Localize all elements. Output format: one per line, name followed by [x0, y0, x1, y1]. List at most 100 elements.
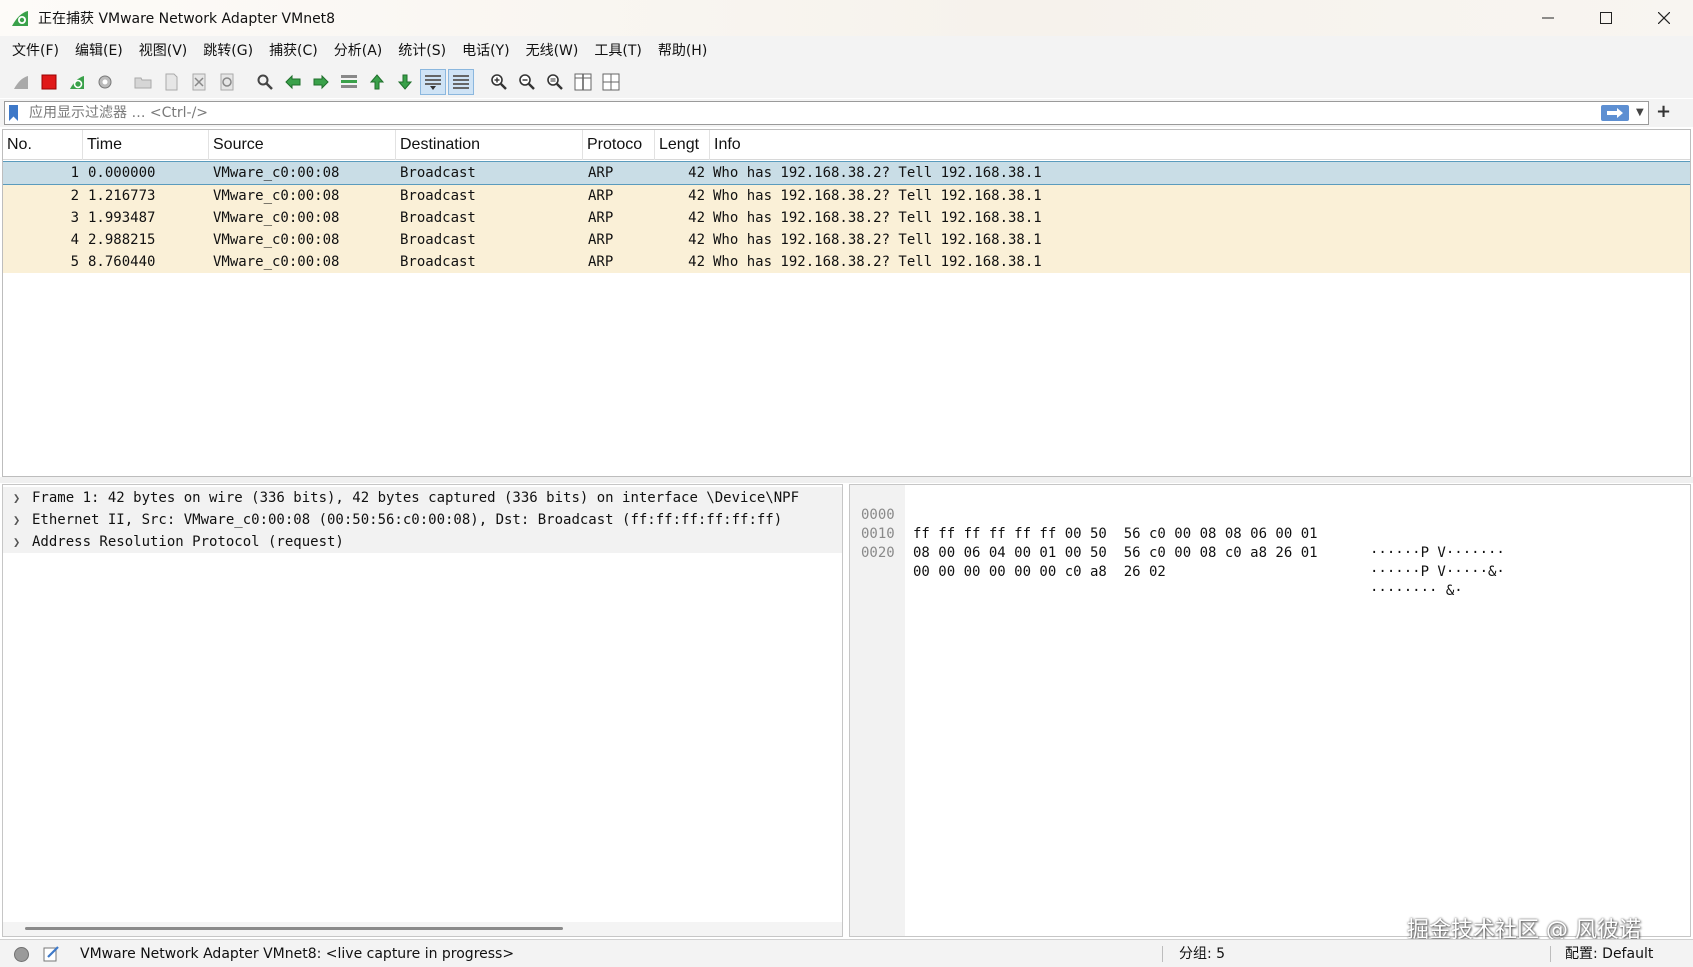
- column-header-destination[interactable]: Destination: [396, 130, 583, 160]
- go-to-packet-button[interactable]: [336, 69, 362, 95]
- scrollbar-thumb[interactable]: [25, 927, 563, 930]
- byte-ascii[interactable]: ······P V·····&·: [1370, 563, 1505, 582]
- packet-info: Who has 192.168.38.2? Tell 192.168.38.1: [713, 254, 1042, 270]
- capture-options-button[interactable]: [92, 69, 118, 95]
- bookmark-icon[interactable]: [9, 105, 18, 121]
- layout-icon: [602, 73, 620, 91]
- reload-file-button[interactable]: [214, 69, 240, 95]
- packet-length: 42: [688, 188, 705, 204]
- menu-edit[interactable]: 编辑(E): [67, 36, 131, 66]
- chevron-right-icon[interactable]: ❯: [13, 509, 20, 531]
- byte-hex[interactable]: 08 00 06 04 00 01 00 50 56 c0 00 08 c0 a…: [913, 544, 1318, 563]
- packet-protocol: ARP: [588, 254, 614, 270]
- column-header-info[interactable]: Info: [710, 130, 1690, 160]
- colorize-icon: [453, 75, 469, 89]
- menu-bar: 文件(F) 编辑(E) 视图(V) 跳转(G) 捕获(C) 分析(A) 统计(S…: [0, 36, 1693, 66]
- go-forward-button[interactable]: [308, 69, 334, 95]
- add-filter-button[interactable]: +: [1656, 100, 1671, 124]
- menu-statistics[interactable]: 统计(S): [390, 36, 454, 66]
- go-back-button[interactable]: [280, 69, 306, 95]
- profile-selector[interactable]: 配置: Default: [1565, 940, 1653, 967]
- close-file-button[interactable]: [186, 69, 212, 95]
- chevron-right-icon[interactable]: ❯: [13, 531, 20, 553]
- packet-no: 5: [70, 254, 79, 270]
- close-icon: [1658, 12, 1670, 24]
- horizontal-scrollbar[interactable]: [3, 922, 842, 936]
- minimize-icon: [1542, 17, 1554, 19]
- display-filter-input[interactable]: [29, 102, 1589, 124]
- packet-no: 3: [70, 210, 79, 226]
- column-header-source[interactable]: Source: [209, 130, 396, 160]
- menu-view[interactable]: 视图(V): [131, 36, 196, 66]
- byte-ascii[interactable]: ········ &·: [1370, 582, 1463, 601]
- capture-comment-icon[interactable]: [42, 945, 60, 963]
- minimize-button[interactable]: [1519, 0, 1577, 36]
- packet-time: 1.216773: [88, 188, 156, 204]
- window-title: 正在捕获 VMware Network Adapter VMnet8: [38, 11, 336, 27]
- chevron-right-icon[interactable]: ❯: [13, 487, 20, 509]
- byte-ascii[interactable]: ······P V·······: [1370, 544, 1505, 563]
- go-last-button[interactable]: [392, 69, 418, 95]
- restart-capture-button[interactable]: [64, 69, 90, 95]
- filter-history-dropdown[interactable]: ▼: [1636, 104, 1644, 122]
- packet-time: 8.760440: [88, 254, 156, 270]
- file-icon: [165, 73, 178, 91]
- packet-info: Who has 192.168.38.2? Tell 192.168.38.1: [713, 188, 1042, 204]
- start-capture-button[interactable]: [8, 69, 34, 95]
- menu-analyze[interactable]: 分析(A): [326, 36, 391, 66]
- packet-no: 2: [70, 188, 79, 204]
- menu-tools[interactable]: 工具(T): [586, 36, 649, 66]
- menu-file[interactable]: 文件(F): [4, 36, 67, 66]
- packet-destination: Broadcast: [400, 210, 476, 226]
- open-file-button[interactable]: [130, 69, 156, 95]
- packet-row[interactable]: 2 1.216773 VMware_c0:00:08 Broadcast ARP…: [3, 185, 1690, 207]
- detail-tree-item[interactable]: ❯ Address Resolution Protocol (request): [3, 531, 842, 553]
- column-header-no[interactable]: No.: [3, 130, 83, 160]
- auto-scroll-icon: [425, 75, 441, 90]
- restart-icon: [70, 76, 84, 89]
- expert-info-icon[interactable]: [14, 947, 29, 962]
- colorize-button[interactable]: [448, 69, 474, 95]
- layout-button[interactable]: [598, 69, 624, 95]
- zoom-in-button[interactable]: [486, 69, 512, 95]
- apply-filter-button[interactable]: [1601, 105, 1629, 121]
- status-bar: VMware Network Adapter VMnet8: <live cap…: [0, 939, 1693, 967]
- find-packet-button[interactable]: [252, 69, 278, 95]
- menu-go[interactable]: 跳转(G): [195, 36, 261, 66]
- menu-help[interactable]: 帮助(H): [650, 36, 715, 66]
- display-filter-box: ▼: [4, 101, 1649, 125]
- packet-length: 42: [688, 254, 705, 270]
- detail-tree-item[interactable]: ❯ Ethernet II, Src: VMware_c0:00:08 (00:…: [3, 509, 842, 531]
- stop-capture-button[interactable]: [36, 69, 62, 95]
- maximize-button[interactable]: [1577, 0, 1635, 36]
- menu-capture[interactable]: 捕获(C): [261, 36, 326, 66]
- gear-icon: [98, 75, 112, 89]
- packet-row[interactable]: 1 0.000000 VMware_c0:00:08 Broadcast ARP…: [3, 161, 1690, 185]
- menu-wireless[interactable]: 无线(W): [518, 36, 587, 66]
- packet-no: 4: [70, 232, 79, 248]
- zoom-normal-button[interactable]: [542, 69, 568, 95]
- packet-row[interactable]: 5 8.760440 VMware_c0:00:08 Broadcast ARP…: [3, 251, 1690, 273]
- column-header-protocol[interactable]: Protoco: [583, 130, 655, 160]
- close-button[interactable]: [1635, 0, 1693, 36]
- save-file-button[interactable]: [158, 69, 184, 95]
- packet-row[interactable]: 3 1.993487 VMware_c0:00:08 Broadcast ARP…: [3, 207, 1690, 229]
- detail-tree-item[interactable]: ❯ Frame 1: 42 bytes on wire (336 bits), …: [3, 487, 842, 509]
- column-header-length[interactable]: Lengt: [655, 130, 710, 160]
- packet-row[interactable]: 4 2.988215 VMware_c0:00:08 Broadcast ARP…: [3, 229, 1690, 251]
- auto-scroll-button[interactable]: [420, 69, 446, 95]
- shark-fin-icon: [14, 76, 28, 89]
- arrow-up-icon: [369, 74, 385, 90]
- byte-hex[interactable]: 00 00 00 00 00 00 c0 a8 26 02: [913, 563, 1166, 582]
- packet-length: 42: [688, 232, 705, 248]
- column-header-time[interactable]: Time: [83, 130, 209, 160]
- resize-columns-button[interactable]: [570, 69, 596, 95]
- resize-columns-icon: [574, 73, 592, 91]
- packet-protocol: ARP: [588, 232, 614, 248]
- go-first-button[interactable]: [364, 69, 390, 95]
- arrow-right-icon: [1607, 108, 1623, 118]
- zoom-out-button[interactable]: [514, 69, 540, 95]
- menu-telephony[interactable]: 电话(Y): [454, 36, 517, 66]
- pane-splitter[interactable]: [0, 477, 1693, 483]
- packet-info: Who has 192.168.38.2? Tell 192.168.38.1: [713, 232, 1042, 248]
